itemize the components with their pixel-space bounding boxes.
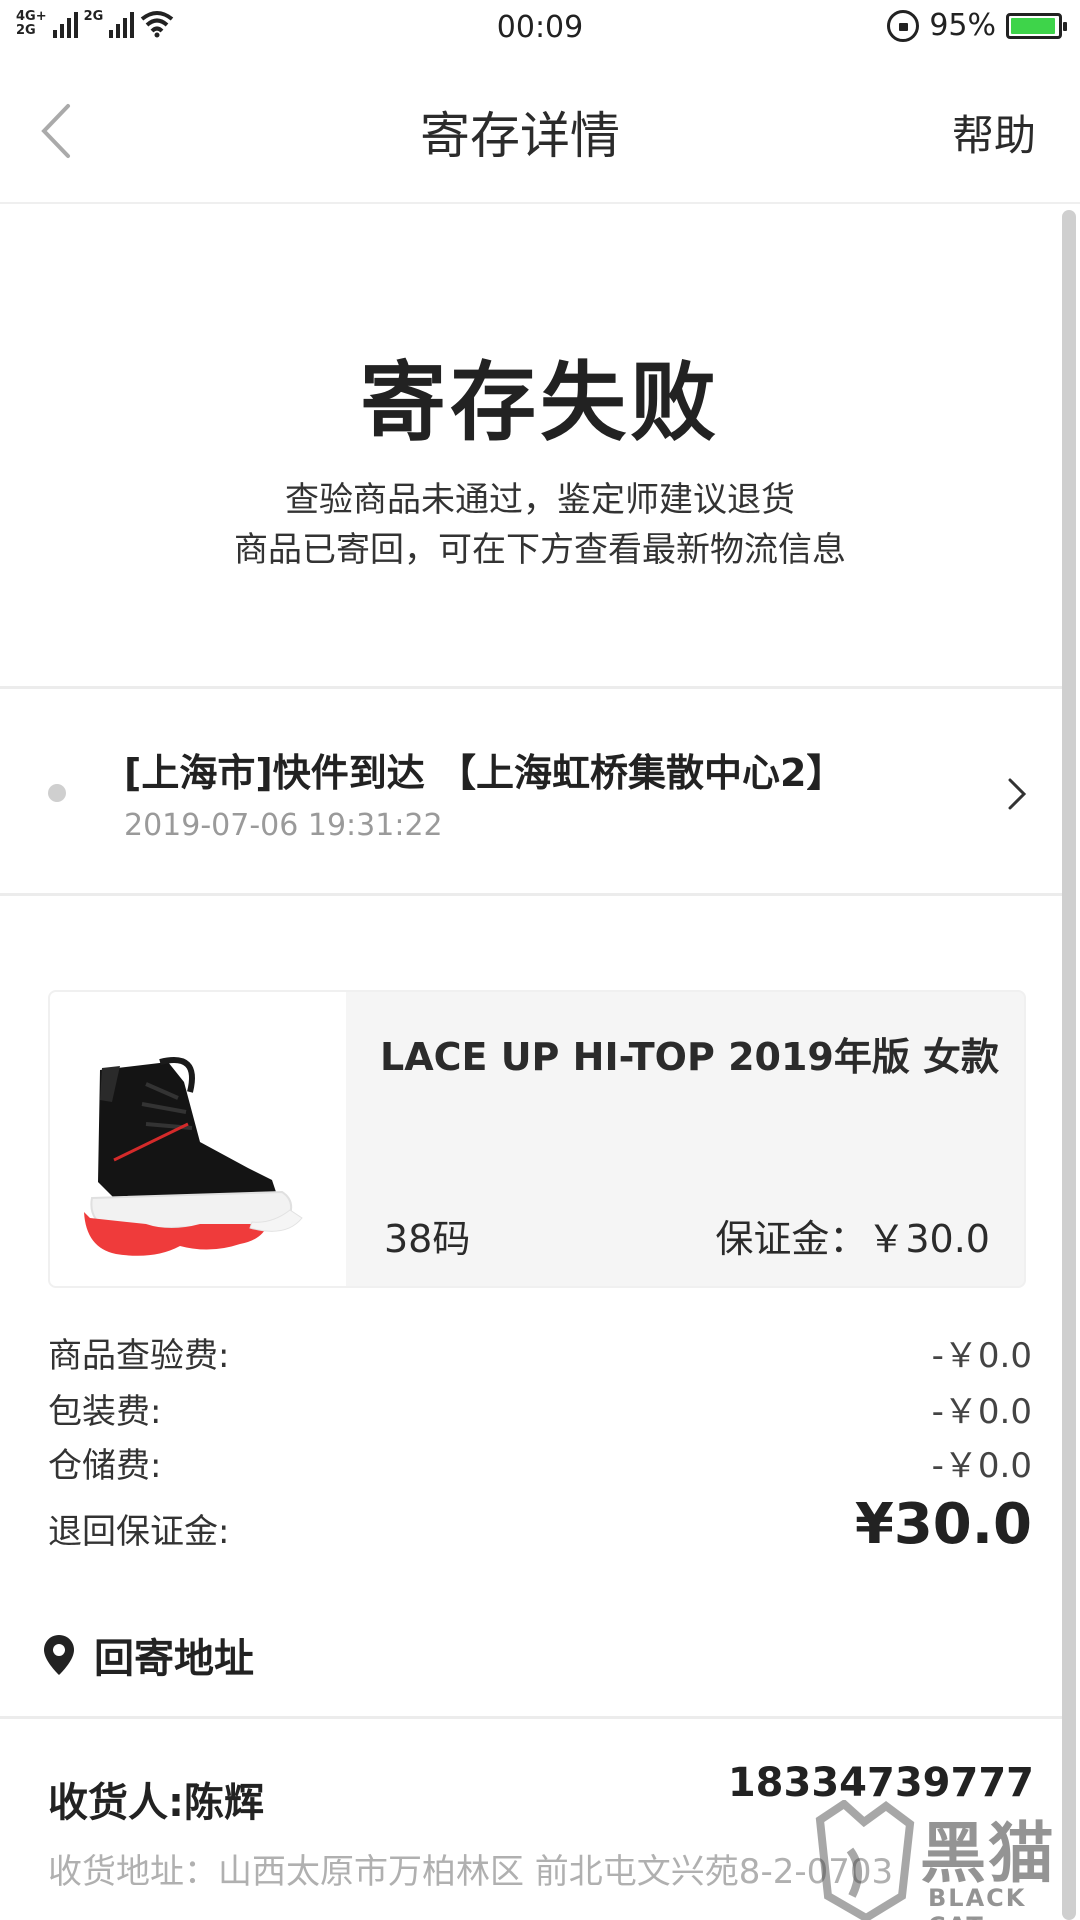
fee-label: 商品查验费: bbox=[48, 1336, 230, 1376]
fee-value: -￥0.0 bbox=[931, 1392, 1032, 1432]
fee-row-inspection: 商品查验费: -￥0.0 bbox=[48, 1328, 1032, 1377]
product-name: LACE UP HI-TOP 2019年版 女款 bbox=[380, 1035, 1000, 1079]
fee-row-packaging: 包装费: -￥0.0 bbox=[48, 1384, 1032, 1433]
scrollbar[interactable] bbox=[1062, 210, 1076, 1920]
fee-value: -￥0.0 bbox=[931, 1336, 1032, 1376]
return-address-title: 回寄地址 bbox=[94, 1636, 254, 1682]
battery-percent: 95% bbox=[929, 8, 996, 43]
watermark-subtext: BLACK CAT bbox=[928, 1884, 1027, 1920]
watermark-text: 黑猫 bbox=[920, 1815, 1056, 1892]
battery-level bbox=[1011, 17, 1055, 34]
chevron-right-icon[interactable] bbox=[1004, 774, 1030, 814]
divider bbox=[0, 893, 1062, 896]
system-indicators: 95% bbox=[887, 8, 1067, 43]
refund-row: 退回保证金: ¥30.0 bbox=[48, 1492, 1032, 1557]
refund-label: 退回保证金: bbox=[48, 1512, 230, 1552]
help-button[interactable]: 帮助 bbox=[952, 102, 1036, 163]
rotation-lock-icon bbox=[887, 9, 920, 42]
product-size: 38码 bbox=[384, 1217, 471, 1261]
fee-value: -￥0.0 bbox=[931, 1446, 1032, 1486]
sneaker-image bbox=[84, 1057, 303, 1256]
receiver-name: 收货人:陈辉 bbox=[48, 1780, 264, 1826]
product-deposit: 保证金：￥30.0 bbox=[715, 1217, 990, 1261]
fee-row-storage: 仓储费: -￥0.0 bbox=[48, 1438, 1032, 1487]
fee-label: 仓储费: bbox=[48, 1446, 162, 1486]
timeline-dot-icon bbox=[48, 784, 66, 802]
page-title: 寄存详情 bbox=[420, 107, 620, 165]
logistics-title: [上海市]快件到达 【上海虹桥集散中心2】 bbox=[124, 751, 845, 795]
cat-logo-icon bbox=[815, 1798, 915, 1920]
battery-icon bbox=[1006, 12, 1067, 39]
watermark: 黑猫 BLACK CAT bbox=[810, 1798, 1080, 1920]
fee-label: 包装费: bbox=[48, 1392, 162, 1432]
logistics-time: 2019-07-06 19:31:22 bbox=[124, 808, 443, 843]
status-title: 寄存失败 bbox=[360, 353, 720, 453]
product-card[interactable]: LACE UP HI-TOP 2019年版 女款 38码 保证金：￥30.0 bbox=[48, 990, 1026, 1288]
location-pin-icon bbox=[44, 1635, 74, 1675]
return-address-header: 回寄地址 bbox=[42, 1626, 254, 1684]
refund-amount: ¥30.0 bbox=[854, 1492, 1032, 1557]
receiver-address: 收货地址：山西太原市万柏林区 前北屯文兴苑8-2-0703 bbox=[48, 1852, 894, 1892]
status-message-line1: 查验商品未通过，鉴定师建议退货 bbox=[285, 480, 795, 520]
divider bbox=[0, 686, 1062, 689]
status-bar: 4G+ 2G 2G 00:09 95% bbox=[0, 0, 1080, 58]
product-image bbox=[50, 992, 346, 1286]
nav-bar: 寄存详情 帮助 bbox=[0, 58, 1080, 204]
divider bbox=[0, 1716, 1062, 1719]
status-message-line2: 商品已寄回，可在下方查看最新物流信息 bbox=[234, 530, 846, 570]
